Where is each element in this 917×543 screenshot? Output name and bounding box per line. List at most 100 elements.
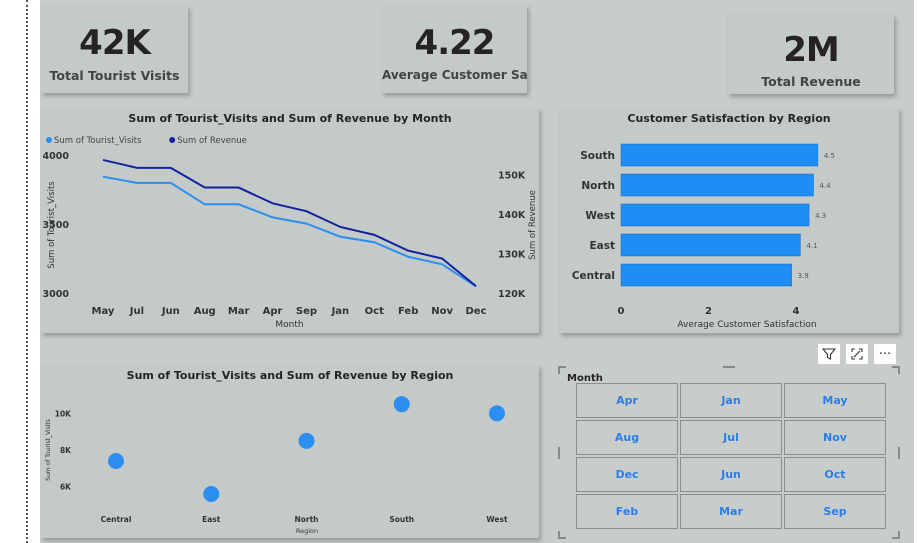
page-boundary-divider: [26, 0, 28, 543]
y-axis-title: Sum of Tourist_Visits: [47, 181, 57, 269]
scatter-point[interactable]: [203, 486, 220, 502]
scatter-point[interactable]: [298, 432, 315, 449]
resize-handle[interactable]: [558, 531, 566, 539]
more-options-icon[interactable]: ···: [873, 343, 897, 365]
y-tick-label: 6K: [60, 483, 72, 492]
line-chart-panel[interactable]: Sum of Tourist_Visits and Sum of Revenue…: [41, 108, 539, 333]
x-tick-label: South: [389, 515, 414, 524]
slicer-tile[interactable]: Sep: [784, 494, 886, 529]
category-label: South: [580, 150, 615, 162]
slicer-tile[interactable]: Oct: [784, 457, 886, 492]
scatter-point[interactable]: [108, 453, 124, 469]
slicer-tile[interactable]: Jun: [680, 457, 782, 492]
slicer-tile[interactable]: Jan: [680, 383, 782, 418]
kpi-card-customer-satisfaction[interactable]: 4.22 Average Customer Sat...: [382, 5, 527, 93]
category-label: West: [585, 210, 615, 222]
bar-chart: South 4.5 North 4.4 West 4.3 East 4.1 Central 3.9…: [572, 143, 835, 330]
bar[interactable]: [620, 233, 801, 257]
x-tick-label: Jun: [161, 306, 180, 317]
data-label: 4.3: [815, 212, 826, 220]
legend-label[interactable]: Sum of Revenue: [177, 136, 247, 146]
x-tick-label: 2: [705, 306, 712, 317]
scatter-chart-panel[interactable]: Sum of Tourist_Visits and Sum of Revenue…: [41, 365, 539, 538]
kpi-label: Total Tourist Visits: [49, 68, 180, 83]
data-label: 4.1: [806, 242, 817, 250]
x-tick-label: Feb: [398, 306, 418, 317]
y-tick-label: 8K: [60, 446, 72, 455]
y2-axis-title: Sum of Revenue: [528, 190, 538, 260]
bar[interactable]: [620, 143, 819, 167]
kpi-value: 4.22: [414, 23, 496, 63]
resize-handle[interactable]: [558, 366, 566, 374]
kpi-value: 2M: [783, 30, 840, 70]
slicer-tile[interactable]: Nov: [784, 420, 886, 455]
visual-header-toolbar: ···: [817, 343, 897, 365]
x-axis-title: Region: [296, 527, 318, 535]
x-tick-label: Jul: [129, 306, 144, 317]
resize-handle[interactable]: [892, 366, 900, 374]
kpi-card-tourist-visits[interactable]: 42K Total Tourist Visits: [41, 5, 188, 93]
y-tick-label: 4000: [43, 151, 70, 162]
series-line[interactable]: [102, 158, 477, 287]
resize-handle[interactable]: [898, 447, 900, 459]
x-tick-label: Mar: [228, 306, 250, 317]
x-tick-label: West: [486, 515, 508, 524]
y2-tick-label: 150K: [498, 171, 526, 182]
funnel-icon[interactable]: [817, 343, 841, 365]
slicer-tile[interactable]: Feb: [576, 494, 678, 529]
category-label: North: [581, 180, 615, 192]
resize-handle[interactable]: [892, 531, 900, 539]
y2-tick-label: 140K: [498, 210, 526, 221]
y-axis-title: Sum of Tourist_Visits: [45, 419, 52, 481]
x-tick-label: Oct: [365, 306, 384, 317]
x-axis-title: Average Customer Satisfaction: [677, 320, 816, 330]
data-label: 4.5: [824, 152, 835, 160]
kpi-card-total-revenue[interactable]: 2M Total Revenue: [728, 14, 894, 94]
kpi-label: Average Customer Sat...: [382, 68, 527, 82]
slicer-tile[interactable]: Aug: [576, 420, 678, 455]
y2-tick-label: 130K: [498, 250, 526, 261]
x-axis-title: Month: [275, 320, 303, 330]
data-label: 3.9: [798, 272, 809, 280]
kpi-label: Total Revenue: [761, 74, 861, 89]
y-tick-label: 10K: [55, 409, 72, 418]
x-tick-label: East: [202, 515, 221, 524]
x-tick-label: Central: [101, 515, 132, 524]
scatter-point[interactable]: [393, 396, 410, 413]
bar[interactable]: [620, 203, 810, 227]
slicer-tiles: Apr Jan May Aug Jul Nov Dec Jun Oct Feb …: [576, 383, 886, 529]
line-chart: Sum of Tourist_Visits Sum of Revenue 4000 3…: [43, 136, 538, 330]
scatter-chart: 10K 8K 6K Central East North South West Region Su…: [45, 396, 508, 535]
bar[interactable]: [620, 263, 792, 287]
legend-marker: [169, 137, 176, 143]
series-line[interactable]: [102, 175, 477, 288]
x-tick-label: Apr: [263, 306, 283, 317]
resize-handle[interactable]: [723, 366, 735, 368]
slicer-tile[interactable]: Mar: [680, 494, 782, 529]
legend-label[interactable]: Sum of Tourist_Visits: [54, 136, 142, 146]
canvas-left-margin: [0, 0, 40, 543]
x-tick-label: Jan: [331, 306, 350, 317]
x-tick-label: Sep: [296, 306, 317, 317]
slicer-tile[interactable]: Jul: [680, 420, 782, 455]
x-tick-label: 0: [618, 306, 625, 317]
x-tick-label: Aug: [194, 306, 216, 317]
x-tick-label: North: [294, 515, 318, 524]
y-tick-label: 3000: [43, 289, 70, 300]
expand-icon[interactable]: [845, 343, 869, 365]
slicer-tile[interactable]: Dec: [576, 457, 678, 492]
month-slicer[interactable]: Month Apr Jan May Aug Jul Nov Dec Jun Oc…: [558, 366, 900, 539]
y2-tick-label: 120K: [498, 289, 526, 300]
category-label: Central: [572, 270, 615, 282]
scatter-point[interactable]: [489, 405, 505, 422]
x-tick-label: 4: [793, 306, 800, 317]
x-tick-label: May: [92, 306, 115, 317]
bar[interactable]: [620, 173, 814, 197]
bar-chart-panel[interactable]: Customer Satisfaction by Region South 4.5…: [559, 108, 899, 333]
slicer-tile[interactable]: May: [784, 383, 886, 418]
kpi-value: 42K: [79, 23, 151, 63]
x-tick-label: Dec: [465, 306, 486, 317]
resize-handle[interactable]: [558, 447, 560, 459]
slicer-tile[interactable]: Apr: [576, 383, 678, 418]
category-label: East: [589, 240, 615, 252]
